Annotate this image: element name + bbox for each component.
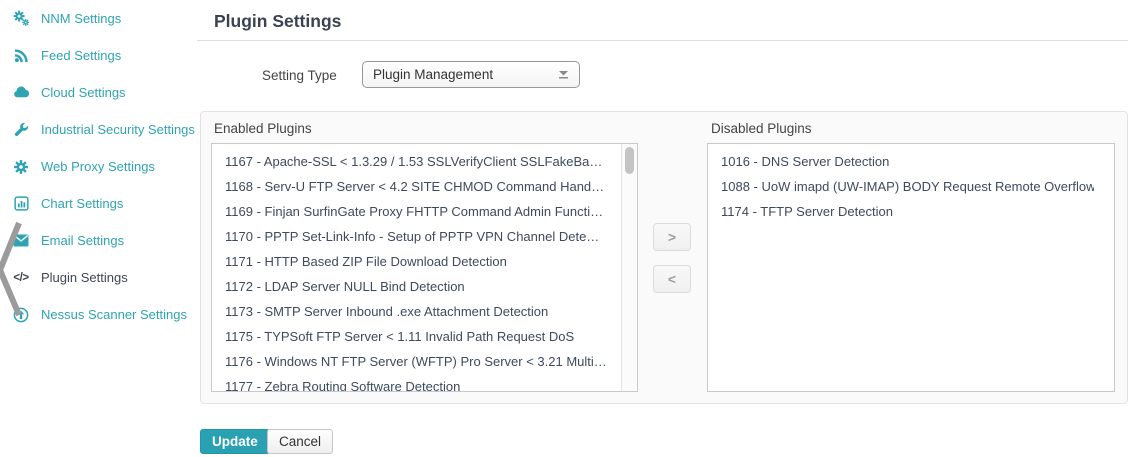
scrollbar-thumb[interactable] bbox=[625, 147, 634, 174]
list-item[interactable]: 1168 - Serv-U FTP Server < 4.2 SITE CHMO… bbox=[225, 174, 617, 199]
sidebar-item-plugin-settings[interactable]: </> Plugin Settings bbox=[0, 259, 197, 296]
list-item[interactable]: 1167 - Apache-SSL < 1.3.29 / 1.53 SSLVer… bbox=[225, 149, 617, 174]
list-item[interactable]: 1170 - PPTP Set-Link-Info - Setup of PPT… bbox=[225, 224, 617, 249]
transfer-buttons: > < bbox=[653, 223, 691, 293]
sidebar-item-nessus-scanner-settings[interactable]: Nessus Scanner Settings bbox=[0, 296, 197, 333]
list-item[interactable]: 1172 - LDAP Server NULL Bind Detection bbox=[225, 274, 617, 299]
scrollbar-track[interactable] bbox=[621, 144, 637, 391]
list-item[interactable]: 1176 - Windows NT FTP Server (WFTP) Pro … bbox=[225, 349, 617, 374]
gear-icon bbox=[12, 158, 30, 175]
gears-icon bbox=[12, 10, 30, 27]
wrench-icon bbox=[12, 121, 30, 138]
disabled-plugins-listbox[interactable]: 1016 - DNS Server Detection 1088 - UoW i… bbox=[707, 143, 1115, 392]
sidebar-item-label: NNM Settings bbox=[41, 11, 121, 26]
page-title: Plugin Settings bbox=[214, 11, 341, 32]
sidebar-item-label: Web Proxy Settings bbox=[41, 159, 155, 174]
sidebar-item-nnm-settings[interactable]: NNM Settings bbox=[0, 0, 197, 37]
setting-type-value: Plugin Management bbox=[373, 67, 493, 82]
enabled-plugins-listbox[interactable]: 1167 - Apache-SSL < 1.3.29 / 1.53 SSLVer… bbox=[211, 143, 638, 392]
sidebar-item-feed-settings[interactable]: Feed Settings bbox=[0, 37, 197, 74]
sidebar-item-label: Nessus Scanner Settings bbox=[41, 307, 187, 322]
move-to-enabled-button[interactable]: < bbox=[653, 265, 691, 293]
disabled-plugins-list: 1016 - DNS Server Detection 1088 - UoW i… bbox=[708, 144, 1114, 224]
list-item[interactable]: 1174 - TFTP Server Detection bbox=[721, 199, 1094, 224]
sidebar-item-label: Cloud Settings bbox=[41, 85, 126, 100]
sidebar-item-label: Chart Settings bbox=[41, 196, 123, 211]
cloud-icon bbox=[12, 84, 30, 101]
list-item[interactable]: 1171 - HTTP Based ZIP File Download Dete… bbox=[225, 249, 617, 274]
list-item[interactable]: 1016 - DNS Server Detection bbox=[721, 149, 1094, 174]
move-to-disabled-button[interactable]: > bbox=[653, 223, 691, 251]
setting-type-select[interactable]: Plugin Management bbox=[362, 61, 580, 88]
setting-type-label: Setting Type bbox=[262, 68, 337, 83]
sidebar-collapse-chevron-icon[interactable] bbox=[0, 220, 22, 323]
list-item[interactable]: 1177 - Zebra Routing Software Detection bbox=[225, 374, 617, 392]
sidebar-item-chart-settings[interactable]: Chart Settings bbox=[0, 185, 197, 222]
list-item[interactable]: 1088 - UoW imapd (UW-IMAP) BODY Request … bbox=[721, 174, 1094, 199]
disabled-plugins-label: Disabled Plugins bbox=[711, 121, 812, 136]
chevron-down-icon bbox=[558, 67, 569, 82]
update-button[interactable]: Update bbox=[200, 429, 270, 454]
chevron-right-icon: > bbox=[668, 230, 676, 244]
enabled-plugins-list: 1167 - Apache-SSL < 1.3.29 / 1.53 SSLVer… bbox=[212, 144, 637, 392]
plugin-settings-page: Plugin Settings Setting Type Plugin Mana… bbox=[197, 0, 1130, 457]
sidebar-item-label: Email Settings bbox=[41, 233, 124, 248]
sidebar-item-label: Industrial Security Settings bbox=[41, 122, 195, 137]
list-item[interactable]: 1175 - TYPSoft FTP Server < 1.11 Invalid… bbox=[225, 324, 617, 349]
sidebar-item-industrial-security-settings[interactable]: Industrial Security Settings bbox=[0, 111, 197, 148]
bar-chart-icon bbox=[12, 195, 30, 212]
title-divider bbox=[197, 40, 1128, 41]
sidebar-item-label: Feed Settings bbox=[41, 48, 121, 63]
sidebar-item-label: Plugin Settings bbox=[41, 270, 128, 285]
cancel-button[interactable]: Cancel bbox=[267, 429, 333, 454]
list-item[interactable]: 1169 - Finjan SurfinGate Proxy FHTTP Com… bbox=[225, 199, 617, 224]
rss-icon bbox=[12, 47, 30, 64]
enabled-plugins-label: Enabled Plugins bbox=[214, 121, 312, 136]
chevron-left-icon: < bbox=[668, 272, 676, 286]
sidebar-item-web-proxy-settings[interactable]: Web Proxy Settings bbox=[0, 148, 197, 185]
plugin-management-panel: Enabled Plugins Disabled Plugins 1167 - … bbox=[200, 111, 1128, 404]
list-item[interactable]: 1173 - SMTP Server Inbound .exe Attachme… bbox=[225, 299, 617, 324]
sidebar-item-cloud-settings[interactable]: Cloud Settings bbox=[0, 74, 197, 111]
settings-sidebar: NNM Settings Feed Settings Cloud Setting… bbox=[0, 0, 197, 457]
sidebar-item-email-settings[interactable]: Email Settings bbox=[0, 222, 197, 259]
